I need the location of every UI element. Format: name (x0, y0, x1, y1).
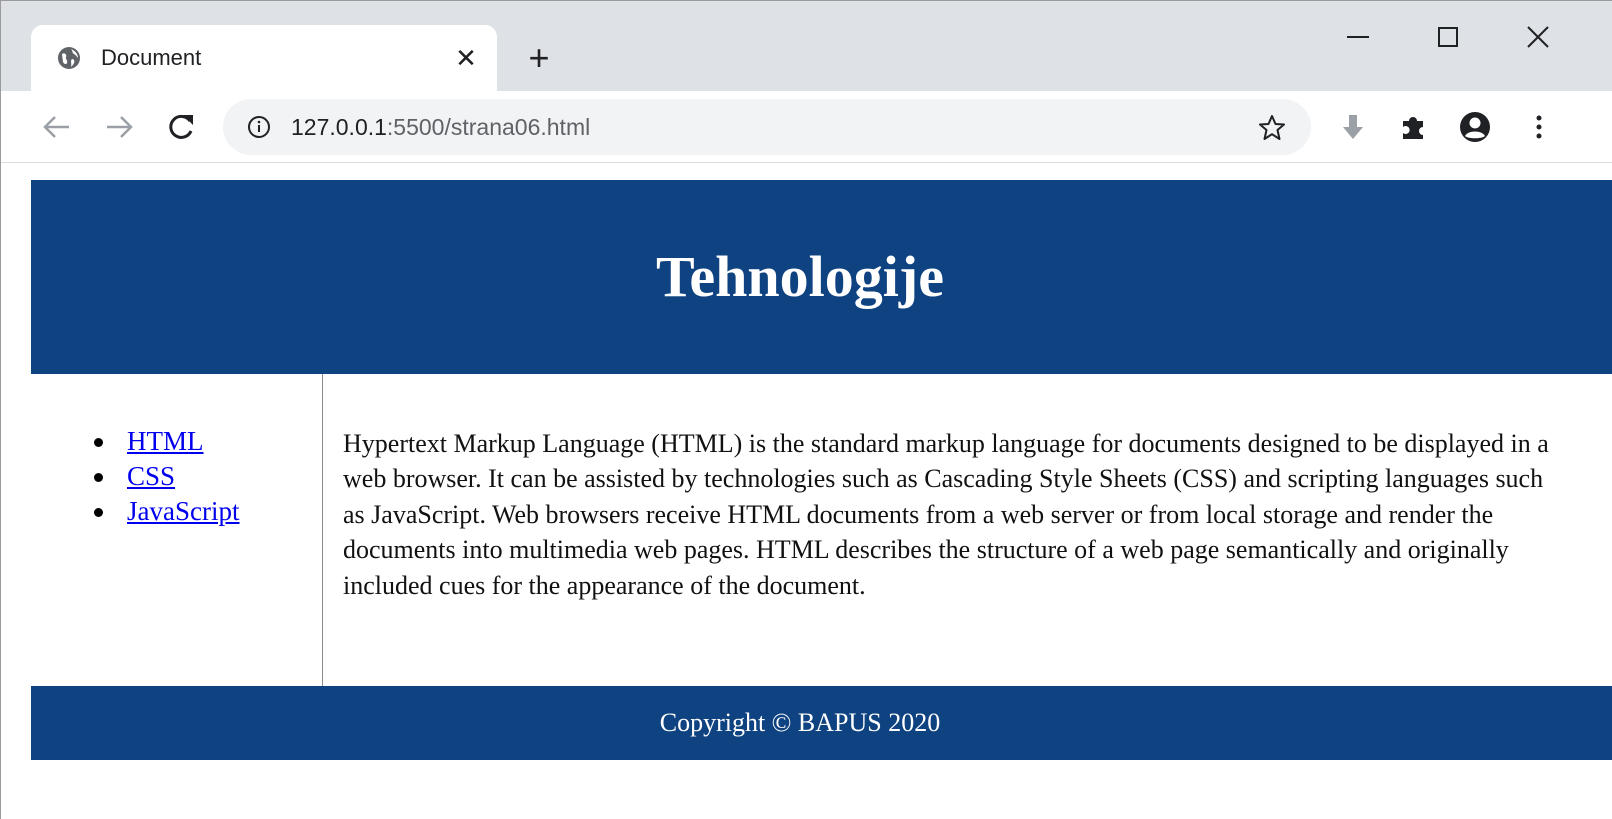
tab-close-icon[interactable]: ✕ (451, 43, 481, 73)
new-tab-button[interactable]: + (521, 40, 557, 77)
bookmark-star-icon[interactable] (1257, 113, 1287, 143)
nav-item-css: CSS (93, 459, 239, 494)
forward-arrow-icon[interactable] (101, 109, 137, 145)
copyright-text: Copyright © BAPUS 2020 (659, 708, 941, 737)
nav-link-javascript[interactable]: JavaScript (127, 496, 239, 526)
tab-strip: Document ✕ + (1, 1, 1612, 91)
url-path: :5500/strana06.html (386, 114, 591, 140)
info-icon[interactable] (247, 115, 271, 139)
address-bar[interactable]: 127.0.0.1:5500/strana06.html (223, 99, 1311, 155)
profile-avatar-icon[interactable] (1457, 109, 1493, 145)
main-article-text: Hypertext Markup Language (HTML) is the … (343, 429, 1549, 600)
page-title: Tehnologije (656, 244, 944, 309)
reload-icon[interactable] (163, 109, 199, 145)
tab-document[interactable]: Document ✕ (31, 25, 497, 91)
page-viewport: Tehnologije HTML CSS JavaScript Hypertex… (1, 164, 1612, 819)
nav-list: HTML CSS JavaScript (93, 424, 239, 529)
url-text: 127.0.0.1:5500/strana06.html (291, 114, 590, 140)
nav-item-javascript: JavaScript (93, 494, 239, 529)
nav-item-html: HTML (93, 424, 239, 459)
nav-link-css[interactable]: CSS (127, 461, 175, 491)
globe-icon (58, 47, 80, 69)
browser-toolbar: 127.0.0.1:5500/strana06.html (1, 91, 1612, 163)
window-close-icon[interactable] (1518, 17, 1558, 57)
browser-window: Document ✕ + 127.0.0.1:5500/strana06.htm… (0, 0, 1612, 819)
back-arrow-icon[interactable] (39, 109, 75, 145)
url-host: 127.0.0.1 (291, 114, 387, 140)
extensions-puzzle-icon[interactable] (1395, 109, 1431, 145)
menu-dots-icon[interactable] (1521, 109, 1557, 145)
sidebar-nav: HTML CSS JavaScript (31, 374, 323, 686)
page-header: Tehnologije (31, 180, 1612, 374)
page-footer: Copyright © BAPUS 2020 (31, 686, 1612, 760)
tab-title: Document (101, 45, 202, 70)
download-icon[interactable] (1335, 109, 1371, 145)
maximize-icon[interactable] (1428, 17, 1468, 57)
minimize-icon[interactable] (1338, 17, 1378, 57)
nav-link-html[interactable]: HTML (127, 426, 204, 456)
